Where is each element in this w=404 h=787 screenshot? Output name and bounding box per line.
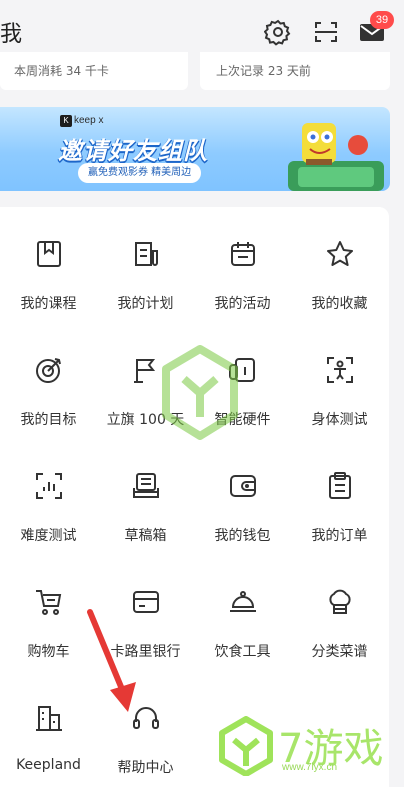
chef-hat-icon — [329, 589, 351, 614]
grid-item-label: 草稿箱 — [124, 528, 167, 544]
orders-icon — [329, 472, 351, 499]
building-icon — [36, 706, 62, 731]
grid-item-label: 分类菜谱 — [311, 644, 368, 660]
grid-item-label: 我的目标 — [20, 412, 77, 428]
spongebob-illustration-icon — [288, 123, 384, 191]
grid-item-drafts[interactable]: 草稿箱 — [97, 439, 194, 555]
grid-item-diet-tools[interactable]: 饮食工具 — [194, 555, 291, 671]
site-watermark: 7游戏 www.7lyx.cn — [218, 712, 398, 782]
bookmark-icon — [37, 241, 61, 267]
notification-badge: 39 — [370, 11, 394, 29]
grid-item-my-plan[interactable]: 我的计划 — [97, 207, 194, 323]
grid-item-difficulty-test[interactable]: 难度测试 — [0, 439, 97, 555]
grid-item-my-courses[interactable]: 我的课程 — [0, 207, 97, 323]
calendar-icon — [231, 242, 255, 266]
invite-banner[interactable]: Kkeep x 邀请好友组队 赢免费观影券 精美周边 — [0, 107, 390, 191]
grid-item-label: 饮食工具 — [214, 644, 271, 660]
watermark-hex-icon — [219, 716, 273, 776]
last-record-card[interactable]: 上次记录 23 天前 — [200, 52, 390, 90]
keep-logo-icon: K — [60, 115, 72, 127]
grid-item-keepland[interactable]: Keepland — [0, 671, 97, 787]
grid-item-label: Keepland — [16, 757, 81, 773]
banner-brand: Kkeep x — [60, 115, 103, 127]
weekly-calories-text: 本周消耗 34 千卡 — [14, 64, 109, 78]
cart-icon — [36, 590, 62, 615]
grid-item-label: 帮助中心 — [117, 760, 174, 776]
flag-icon — [134, 359, 156, 383]
difficulty-icon — [36, 473, 62, 499]
grid-item-label: 我的课程 — [20, 296, 77, 312]
scan-icon[interactable] — [312, 18, 340, 46]
watermark-logo-icon — [162, 345, 238, 440]
cloche-icon — [230, 591, 256, 612]
grid-item-my-orders[interactable]: 我的订单 — [291, 439, 388, 555]
plan-icon — [135, 242, 158, 266]
weekly-calories-card[interactable]: 本周消耗 34 千卡 — [0, 52, 188, 90]
red-pointer-arrow-icon — [87, 609, 136, 712]
watermark-url: www.7lyx.cn — [282, 762, 338, 773]
grid-item-my-activities[interactable]: 我的活动 — [194, 207, 291, 323]
grid-item-shopping-cart[interactable]: 购物车 — [0, 555, 97, 671]
grid-item-label: 难度测试 — [20, 528, 77, 544]
features-grid: 我的课程 我的计划 我的活动 我的收藏 我的目标 立旗 100 天 智能硬件 身… — [0, 207, 389, 787]
body-scan-icon — [327, 357, 353, 383]
grid-item-my-favorites[interactable]: 我的收藏 — [291, 207, 388, 323]
banner-title: 邀请好友组队 — [58, 137, 208, 165]
banner-subtitle: 赢免费观影券 精美周边 — [78, 163, 202, 183]
last-record-text: 上次记录 23 天前 — [216, 64, 311, 78]
grid-item-label: 我的钱包 — [214, 528, 271, 544]
grid-item-label: 身体测试 — [311, 412, 368, 428]
grid-item-my-goals[interactable]: 我的目标 — [0, 323, 97, 439]
grid-item-body-test[interactable]: 身体测试 — [291, 323, 388, 439]
page-title: 我 — [0, 22, 23, 47]
grid-item-label: 我的订单 — [311, 528, 368, 544]
grid-item-label: 我的活动 — [214, 296, 271, 312]
grid-item-my-wallet[interactable]: 我的钱包 — [194, 439, 291, 555]
grid-item-label: 我的收藏 — [311, 296, 368, 312]
grid-item-label: 购物车 — [27, 644, 70, 660]
grid-item-label: 我的计划 — [117, 296, 174, 312]
grid-item-recipes[interactable]: 分类菜谱 — [291, 555, 388, 671]
gear-icon[interactable] — [264, 18, 292, 46]
banner-brand-text: keep x — [74, 115, 104, 126]
target-icon — [36, 358, 61, 383]
star-icon — [327, 241, 353, 266]
drafts-icon — [133, 473, 159, 498]
wallet-icon — [230, 475, 256, 497]
